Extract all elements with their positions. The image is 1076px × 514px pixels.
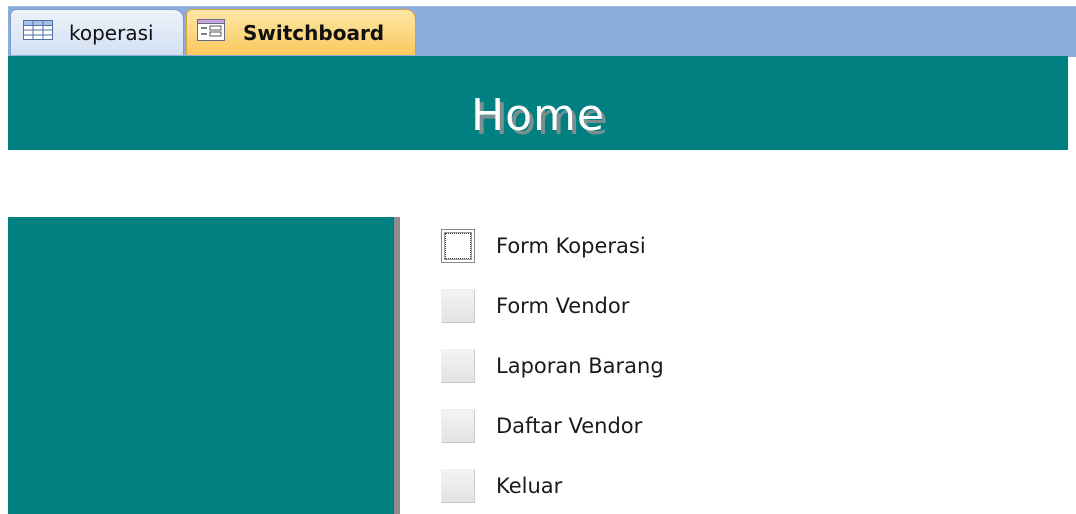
menu-item-label: Daftar Vendor xyxy=(496,414,643,438)
menu-item-keluar: Keluar xyxy=(441,468,562,504)
menu-item-label: Form Koperasi xyxy=(496,234,646,258)
keluar-button[interactable] xyxy=(441,469,475,503)
panel-divider xyxy=(394,217,400,514)
laporan-barang-button[interactable] xyxy=(441,349,475,383)
menu-item-form-vendor: Form Vendor xyxy=(441,288,629,324)
form-icon xyxy=(197,19,225,46)
menu-item-daftar-vendor: Daftar Vendor xyxy=(441,408,642,444)
tab-switchboard[interactable]: Switchboard xyxy=(186,9,416,55)
menu-item-form-koperasi: Form Koperasi xyxy=(441,228,646,264)
menu-item-laporan-barang: Laporan Barang xyxy=(441,348,664,384)
tab-label: koperasi xyxy=(69,20,154,45)
form-koperasi-button[interactable] xyxy=(441,229,475,263)
menu-item-label: Form Vendor xyxy=(496,294,630,318)
menu-item-label: Laporan Barang xyxy=(496,354,664,378)
tab-label: Switchboard xyxy=(243,20,385,45)
switchboard-header: Home xyxy=(8,56,1068,150)
page-title: Home xyxy=(471,90,605,141)
tab-koperasi[interactable]: koperasi xyxy=(10,9,184,55)
daftar-vendor-button[interactable] xyxy=(441,409,475,443)
form-vendor-button[interactable] xyxy=(441,289,475,323)
side-panel xyxy=(8,217,394,514)
document-tab-strip: koperasi Switchboard xyxy=(8,6,1076,57)
menu-item-label: Keluar xyxy=(496,474,563,498)
table-icon xyxy=(23,20,53,45)
